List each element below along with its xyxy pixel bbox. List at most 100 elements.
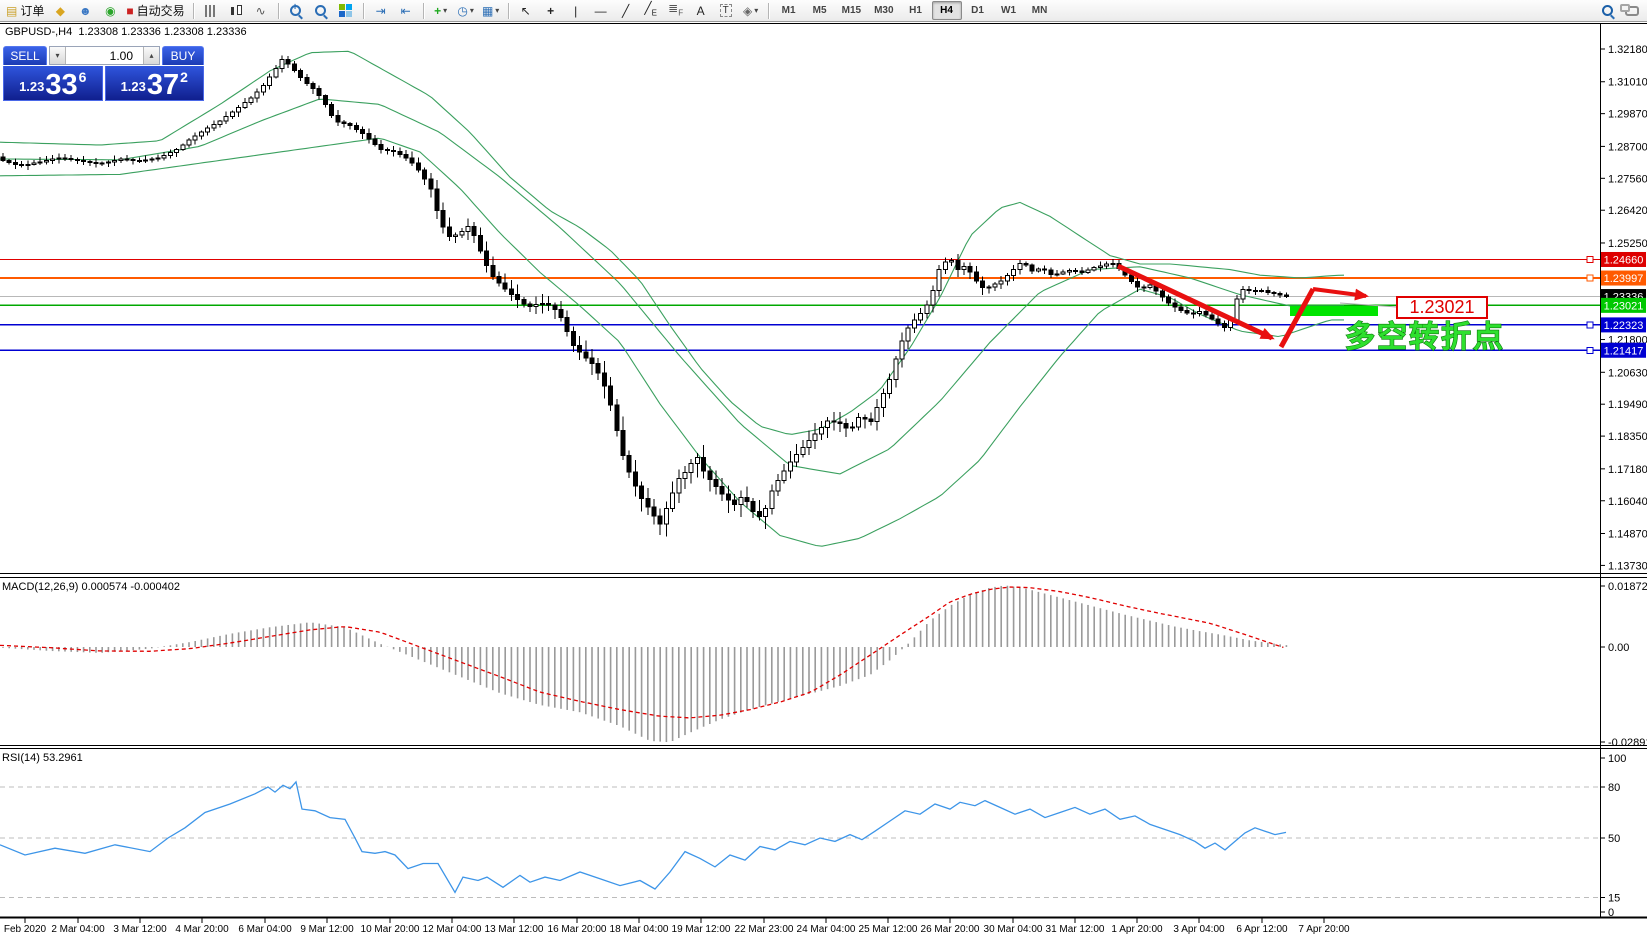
toolbar-separator [193,3,194,19]
text-icon[interactable]: A [689,2,713,20]
buy-price-big: 37 [147,73,179,98]
rsi-axis-tick: 0 [1608,907,1614,919]
line-chart-icon[interactable]: ∿ [249,2,273,20]
templates-button: ▦ [482,4,493,18]
timeframe-MN[interactable]: MN [1025,1,1055,20]
timeframe-M15[interactable]: M15 [836,1,867,20]
price-axis-tick: 1.28700 [1608,141,1647,153]
zoom-out-icon[interactable] [309,2,333,20]
search-icon[interactable] [1595,2,1619,20]
buy-price[interactable]: 1.23372 [105,66,205,101]
symbol-ohlc-bar: GBPUSD-,H4 1.23308 1.23336 1.23308 1.233… [5,26,247,38]
signals-icon: ◉ [105,4,115,18]
channel-icon: ╱E [644,1,657,20]
horizontal-line-1.24660[interactable] [0,256,1600,262]
label-icon: T [720,4,732,17]
zoom-in-icon[interactable] [284,2,308,20]
periods-button[interactable]: ◷▾ [454,2,478,20]
bollinger-upper-band [0,51,1344,434]
buy-button[interactable]: BUY [162,46,204,65]
trendline-icon[interactable]: ╱ [614,2,638,20]
price-badge-text: 1.23021 [1604,300,1644,312]
vertical-line-icon[interactable]: | [564,2,588,20]
time-axis-label: 26 Mar 20:00 [921,924,980,935]
crosshair-icon: + [547,4,554,18]
channel-icon[interactable]: ╱E [639,2,663,20]
price-axis-tick: 1.17180 [1608,464,1647,476]
macd-axis-tick: 0.00 [1608,642,1629,654]
sell-price-prefix: 1.23 [19,79,44,94]
dropdown-caret-icon: ▾ [495,6,499,15]
templates-button[interactable]: ▦▾ [479,2,503,20]
fibonacci-icon[interactable]: ≣F [664,2,688,20]
price-badge-text: 1.21417 [1604,345,1644,357]
sell-button[interactable]: SELL [3,46,47,65]
time-axis-label: 12 Mar 04:00 [423,924,482,935]
new-order-button[interactable]: ▤订单 [3,2,47,20]
chat-icon[interactable] [1620,2,1644,20]
one-click-trading-panel: SELL ▾ ▴ BUY 1.23336 1.23372 [3,46,204,101]
price-axis-tick: 1.32180 [1608,44,1647,56]
volume-increase-button[interactable]: ▴ [143,47,159,64]
price-axis-tick: 1.20630 [1608,367,1647,379]
time-axis-label: 9 Mar 12:00 [300,924,354,935]
price-axis-tick: 1.13730 [1608,560,1647,572]
trendline-icon: ╱ [622,4,629,18]
search-icon [1602,5,1613,16]
cursor-icon[interactable]: ↖ [514,2,538,20]
rsi-label: RSI(14) 53.2961 [2,752,83,764]
crosshair-icon[interactable]: + [539,2,563,20]
chat-icon [1625,6,1639,16]
timeframe-H4[interactable]: H4 [932,1,962,20]
price-axis-tick: 1.31010 [1608,77,1647,89]
indicators-button: + [434,4,441,18]
time-axis-label: 25 Mar 12:00 [859,924,918,935]
arrows-icon[interactable]: ◈▾ [739,2,763,20]
community-icon[interactable]: ☻ [73,2,97,20]
signals-icon[interactable]: ◉ [98,2,122,20]
price-badge-text: 1.24660 [1604,254,1644,266]
timeframe-M30[interactable]: M30 [868,1,899,20]
autotrading-button[interactable]: ■自动交易 [123,2,187,20]
tile-windows-icon [339,4,352,17]
trend-arrow[interactable] [1118,266,1272,338]
time-axis-label: 3 Apr 04:00 [1173,924,1225,935]
chart-shift-icon[interactable]: ⇤ [394,2,418,20]
timeframe-D1[interactable]: D1 [963,1,993,20]
volume-input[interactable] [66,47,143,64]
trend-arrow[interactable] [1313,289,1366,296]
tile-windows-icon[interactable] [334,2,358,20]
chart-canvas: MACD(12,26,9) 0.000574 -0.000402RSI(14) … [0,0,1647,943]
auto-scroll-icon[interactable]: ⇥ [369,2,393,20]
trend-arrow[interactable] [1281,289,1313,347]
indicators-button[interactable]: +▾ [429,2,453,20]
toolbar-separator [508,3,509,19]
toolbar-separator [278,3,279,19]
periods-button: ◷ [457,4,467,18]
time-axis-label: Feb 2020 [4,924,47,935]
timeframe-H1[interactable]: H1 [901,1,931,20]
bollinger-bands [0,51,1344,546]
bar-chart-icon[interactable] [199,2,223,20]
price-axis-tick: 1.29870 [1608,109,1647,121]
annotations: 1.23021多空转折点 [1118,266,1505,354]
toolbar-separator [363,3,364,19]
text-icon: A [697,4,705,18]
time-axis: Feb 20202 Mar 04:003 Mar 12:004 Mar 20:0… [4,918,1350,935]
cursor-icon: ↖ [521,4,531,18]
turning-point-annotation: 多空转折点 [1345,321,1505,354]
timeframe-M1[interactable]: M1 [774,1,804,20]
rsi-axis-tick: 50 [1608,833,1620,845]
line-chart-icon: ∿ [256,4,266,18]
timeframe-M5[interactable]: M5 [805,1,835,20]
rsi-axis-tick: 15 [1608,893,1620,905]
time-axis-label: 31 Mar 12:00 [1046,924,1105,935]
horizontal-line-icon[interactable]: — [589,2,613,20]
candlestick-chart-icon[interactable] [224,2,248,20]
horizontal-line-1.23997[interactable] [0,275,1600,281]
timeframe-W1[interactable]: W1 [994,1,1024,20]
sell-price[interactable]: 1.23336 [3,66,103,101]
volume-decrease-button[interactable]: ▾ [50,47,66,64]
label-icon[interactable]: T [714,2,738,20]
metaeditor-icon[interactable]: ◆ [48,2,72,20]
